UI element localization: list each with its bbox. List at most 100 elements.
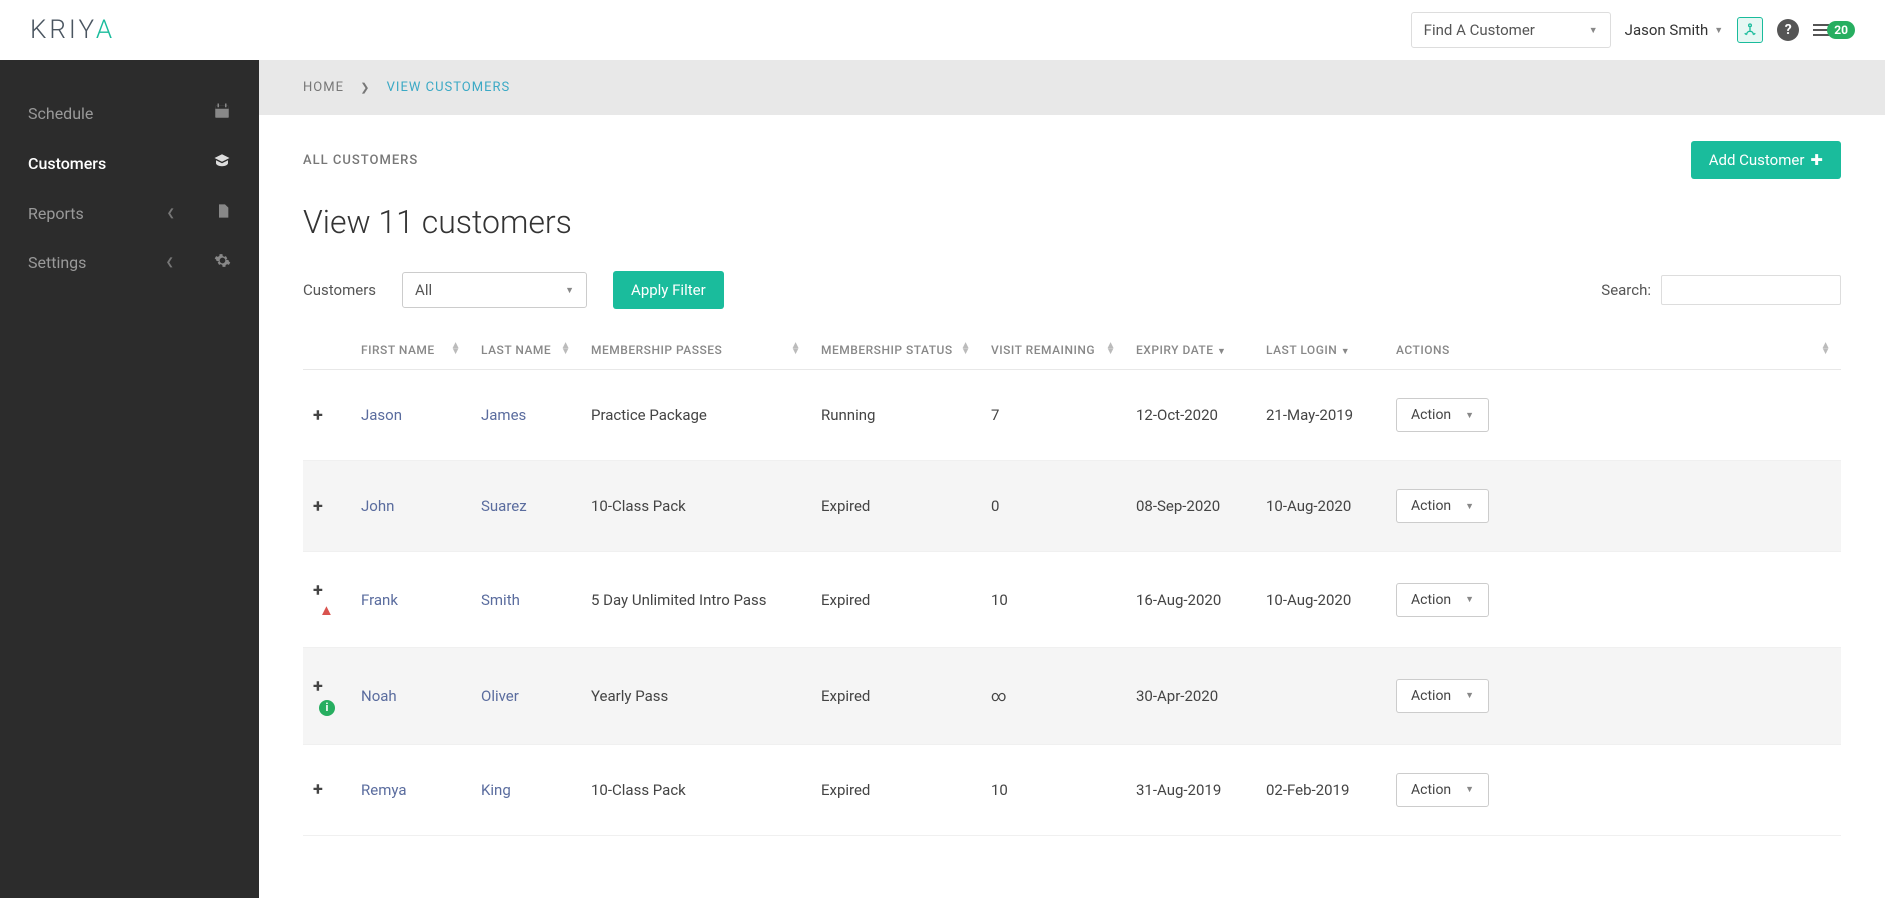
first-name-link[interactable]: Frank [361,591,398,609]
breadcrumb: HOME ❯ VIEW CUSTOMERS [259,60,1885,115]
sort-icon: ▲▼ [561,343,571,355]
cell-visit: ∞ [981,648,1126,745]
cell-pass: Yearly Pass [581,648,811,745]
table-row: +JohnSuarez10-Class PackExpired008-Sep-2… [303,461,1841,552]
filter-label: Customers [303,281,376,299]
cell-pass: 10-Class Pack [581,461,811,552]
cell-visit: 10 [981,744,1126,835]
sidebar-item-label: Settings [28,253,166,272]
gear-icon [214,252,231,273]
caret-down-icon: ▼ [1341,347,1350,357]
apply-filter-button[interactable]: Apply Filter [613,271,724,309]
sidebar-item-customers[interactable]: Customers [0,138,259,188]
section-label: ALL CUSTOMERS [303,153,418,168]
sidebar: Schedule Customers Reports ❮ Settings ❮ [0,60,259,898]
expand-row-button[interactable]: + [313,405,331,426]
expand-row-button[interactable]: + [313,676,331,697]
column-last-name[interactable]: LAST NAME▲▼ [471,331,581,370]
cell-visit: 7 [981,370,1126,461]
row-action-button[interactable]: Action▼ [1396,583,1489,617]
expand-row-button[interactable]: + [313,779,331,800]
caret-down-icon: ▼ [1465,784,1474,795]
main-content: HOME ❯ VIEW CUSTOMERS ALL CUSTOMERS Add … [259,60,1885,898]
customers-filter-select[interactable]: All ▼ [402,272,587,308]
table-row: +RemyaKing10-Class PackExpired1031-Aug-2… [303,744,1841,835]
first-name-link[interactable]: Jason [361,406,402,424]
row-action-button[interactable]: Action▼ [1396,398,1489,432]
info-icon: i [319,700,335,716]
add-customer-label: Add Customer [1709,151,1805,169]
cell-status: Running [811,370,981,461]
column-visit-remaining[interactable]: VISIT REMAINING▲▼ [981,331,1126,370]
cell-pass: 5 Day Unlimited Intro Pass [581,552,811,648]
expand-row-button[interactable]: + [313,580,331,601]
column-first-name[interactable]: FIRST NAME▲▼ [351,331,471,370]
chevron-left-icon: ❮ [166,257,174,268]
column-expiry-date[interactable]: EXPIRY DATE ▼ [1126,331,1256,370]
last-name-link[interactable]: James [481,406,526,424]
user-name-label: Jason Smith [1625,21,1709,39]
first-name-link[interactable]: John [361,497,394,515]
column-last-login[interactable]: LAST LOGIN ▼ [1256,331,1386,370]
help-icon[interactable]: ? [1777,19,1799,41]
sidebar-item-reports[interactable]: Reports ❮ [0,188,259,238]
column-status[interactable]: MEMBERSHIP STATUS▲▼ [811,331,981,370]
page-title: View 11 customers [303,203,1841,241]
cell-visit: 10 [981,552,1126,648]
logo: KRIYA [30,15,115,45]
sidebar-item-label: Reports [28,204,167,223]
cell-status: Expired [811,744,981,835]
caret-down-icon: ▼ [565,285,574,296]
find-customer-dropdown[interactable]: Find A Customer ▼ [1411,12,1611,48]
row-action-button[interactable]: Action▼ [1396,489,1489,523]
chevron-right-icon: ❯ [360,81,370,94]
cell-expiry: 16-Aug-2020 [1126,552,1256,648]
caret-down-icon: ▼ [1714,25,1723,36]
search-input[interactable] [1661,275,1841,305]
notification-count-badge: 20 [1827,21,1855,39]
add-customer-button[interactable]: Add Customer ✚ [1691,141,1841,179]
last-name-link[interactable]: Smith [481,591,520,609]
row-action-button[interactable]: Action▼ [1396,773,1489,807]
graduate-icon [213,152,231,174]
cell-visit: 0 [981,461,1126,552]
row-action-button[interactable]: Action▼ [1396,679,1489,713]
cell-expiry: 31-Aug-2019 [1126,744,1256,835]
caret-down-icon: ▼ [1465,501,1474,512]
last-name-link[interactable]: Oliver [481,687,519,705]
cell-login [1256,648,1386,745]
warning-icon: ▲ [319,601,334,619]
meditation-icon[interactable] [1737,17,1763,43]
sidebar-item-schedule[interactable]: Schedule [0,88,259,138]
notifications-button[interactable]: 20 [1813,21,1855,39]
first-name-link[interactable]: Noah [361,687,397,705]
expand-row-button[interactable]: + [313,496,331,517]
column-passes[interactable]: MEMBERSHIP PASSES▲▼ [581,331,811,370]
sort-icon: ▲▼ [961,343,971,355]
sort-icon: ▲▼ [451,343,461,355]
search-label: Search: [1601,281,1651,299]
cell-login: 10-Aug-2020 [1256,461,1386,552]
document-icon [215,202,231,224]
breadcrumb-home[interactable]: HOME [303,80,344,95]
customers-table: FIRST NAME▲▼ LAST NAME▲▼ MEMBERSHIP PASS… [303,331,1841,836]
filter-selected-value: All [415,281,432,299]
cell-status: Expired [811,552,981,648]
table-row: +iNoahOliverYearly PassExpired∞30-Apr-20… [303,648,1841,745]
caret-down-icon: ▼ [1465,690,1474,701]
sidebar-item-label: Schedule [28,104,213,123]
sort-icon: ▲▼ [1821,343,1831,355]
sidebar-item-label: Customers [28,154,213,173]
user-menu[interactable]: Jason Smith ▼ [1625,21,1724,39]
table-row: +JasonJamesPractice PackageRunning712-Oc… [303,370,1841,461]
column-actions[interactable]: ACTIONS▲▼ [1386,331,1841,370]
first-name-link[interactable]: Remya [361,781,407,799]
caret-down-icon: ▼ [1465,594,1474,605]
sidebar-item-settings[interactable]: Settings ❮ [0,238,259,287]
breadcrumb-current: VIEW CUSTOMERS [387,80,511,95]
cell-login: 21-May-2019 [1256,370,1386,461]
plus-icon: ✚ [1810,151,1823,169]
last-name-link[interactable]: Suarez [481,497,527,515]
caret-down-icon: ▼ [1465,410,1474,421]
last-name-link[interactable]: King [481,781,511,799]
